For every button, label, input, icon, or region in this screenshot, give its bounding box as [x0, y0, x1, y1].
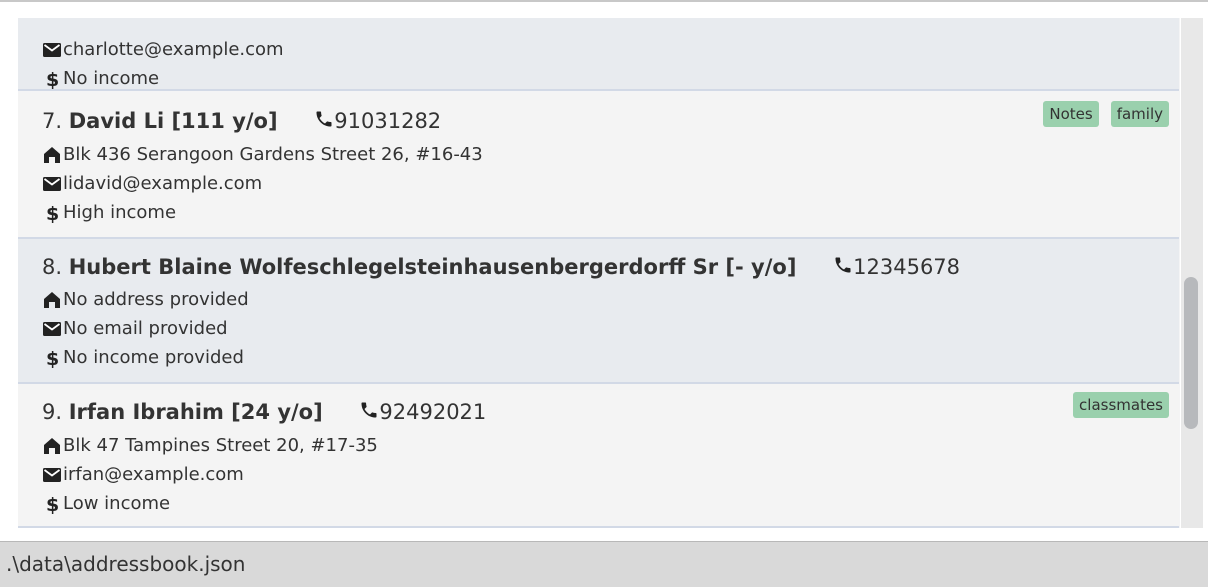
address-text: Blk 47 Tampines Street 20, #17-35 [63, 435, 378, 456]
dollar-icon: $ [43, 203, 63, 223]
tag-list: classmates [1061, 392, 1169, 418]
save-location: .\data\addressbook.json [6, 552, 246, 576]
main-window: charlotte@example.com $ No income 7. Dav… [0, 0, 1208, 541]
tag-list: Notes family [1031, 101, 1169, 127]
person-list[interactable]: charlotte@example.com $ No income 7. Dav… [18, 18, 1180, 528]
name-line: 7. David Li [111 y/o] 91031282 [42, 105, 441, 137]
email-text: lidavid@example.com [63, 173, 263, 194]
email-text: No email provided [63, 318, 228, 339]
income-text: High income [63, 202, 177, 223]
person-name: Irfan Ibrahim [24 y/o] [68, 400, 323, 424]
income-text: Low income [63, 493, 171, 514]
vertical-scrollbar[interactable] [1181, 18, 1203, 528]
email-row: irfan@example.com [43, 462, 244, 488]
person-name: David Li [111 y/o] [68, 109, 278, 133]
email-row: charlotte@example.com [43, 37, 284, 63]
email-row: No email provided [43, 316, 228, 342]
home-icon [43, 291, 63, 309]
person-index: 8. [42, 255, 63, 279]
person-card-8[interactable]: 8. Hubert Blaine Wolfeschlegelsteinhause… [18, 239, 1179, 384]
tag-classmates: classmates [1073, 392, 1169, 418]
mail-icon [43, 43, 63, 57]
phone-number: 92492021 [379, 400, 487, 424]
mail-icon [43, 322, 63, 336]
phone-number: 91031282 [334, 109, 442, 133]
home-icon [43, 146, 63, 164]
phone-icon [314, 106, 334, 138]
income-text: No income [63, 68, 160, 89]
name-line: 9. Irfan Ibrahim [24 y/o] 92492021 [42, 396, 486, 428]
person-name: Hubert Blaine Wolfeschlegelsteinhausenbe… [68, 255, 797, 279]
address-text: Blk 436 Serangoon Gardens Street 26, #16… [63, 144, 483, 165]
svg-text:$: $ [46, 348, 59, 368]
income-row: $ High income [43, 200, 176, 226]
tag-notes: Notes [1043, 101, 1099, 127]
svg-text:$: $ [46, 69, 59, 89]
dollar-icon: $ [43, 69, 63, 89]
income-text: No income provided [63, 347, 244, 368]
phone-group: 92492021 [359, 396, 486, 429]
svg-text:$: $ [46, 203, 59, 223]
person-index: 9. [42, 400, 63, 424]
status-bar: .\data\addressbook.json [0, 541, 1208, 587]
home-icon [43, 437, 63, 455]
phone-icon [833, 252, 853, 284]
email-row: lidavid@example.com [43, 171, 262, 197]
phone-icon [359, 397, 379, 429]
address-row: No address provided [43, 287, 249, 313]
person-index: 7. [42, 109, 63, 133]
person-card-7[interactable]: 7. David Li [111 y/o] 91031282 Notes fami… [18, 93, 1179, 239]
email-text: irfan@example.com [63, 464, 244, 485]
income-row: $ Low income [43, 491, 170, 517]
name-line: 8. Hubert Blaine Wolfeschlegelsteinhause… [42, 251, 960, 283]
scrollbar-thumb[interactable] [1184, 277, 1198, 429]
address-row: Blk 436 Serangoon Gardens Street 26, #16… [43, 142, 483, 168]
phone-group: 12345678 [833, 251, 960, 284]
dollar-icon: $ [43, 494, 63, 514]
phone-number: 12345678 [853, 255, 961, 279]
svg-text:$: $ [46, 494, 59, 514]
tag-family: family [1110, 101, 1169, 127]
income-row: $ No income provided [43, 345, 244, 371]
person-card-9[interactable]: 9. Irfan Ibrahim [24 y/o] 92492021 class… [18, 384, 1179, 528]
income-row: $ No income [43, 66, 159, 92]
person-card-charlotte[interactable]: charlotte@example.com $ No income [18, 18, 1179, 91]
email-text: charlotte@example.com [63, 39, 284, 60]
phone-group: 91031282 [314, 105, 441, 138]
address-row: Blk 47 Tampines Street 20, #17-35 [43, 433, 378, 459]
address-text: No address provided [63, 289, 249, 310]
mail-icon [43, 468, 63, 482]
dollar-icon: $ [43, 348, 63, 368]
mail-icon [43, 177, 63, 191]
